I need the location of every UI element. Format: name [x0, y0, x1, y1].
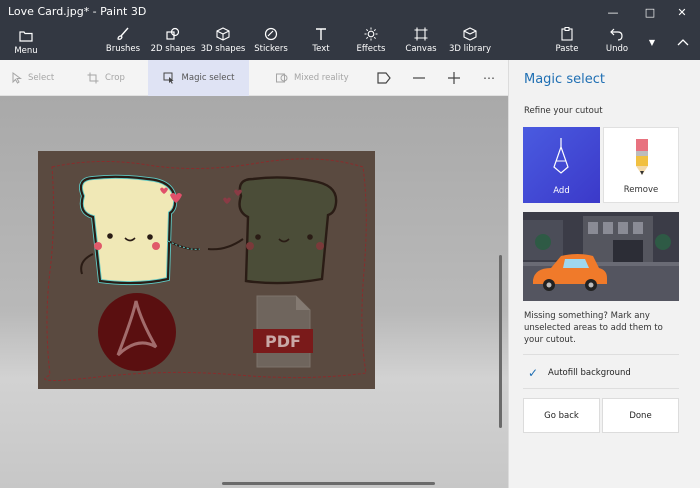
divider	[523, 354, 679, 355]
refine-heading: Refine your cutout	[524, 106, 603, 116]
tool-label: Canvas	[405, 44, 437, 54]
magic-select-icon	[163, 72, 176, 84]
folder-icon	[19, 28, 33, 44]
vertical-scrollbar[interactable]	[499, 255, 502, 428]
undo-label: Undo	[605, 44, 629, 54]
toast-character-left	[79, 174, 201, 286]
panel-title: Magic select	[524, 72, 605, 87]
menu-label: Menu	[14, 46, 38, 56]
remove-tool-tile[interactable]: Remove	[603, 127, 679, 203]
tool-2d-shapes[interactable]: 2D shapes	[150, 26, 196, 60]
mixed-reality-label: Mixed reality	[294, 73, 349, 83]
horizontal-scrollbar[interactable]	[222, 482, 435, 485]
minimize-button[interactable]: —	[595, 0, 631, 24]
brush-icon	[116, 26, 130, 42]
canvas-icon	[414, 26, 428, 42]
eraser-icon	[636, 139, 648, 175]
go-back-button[interactable]: Go back	[523, 398, 600, 433]
cursor-icon	[12, 72, 22, 84]
magic-select-label: Magic select	[181, 73, 235, 83]
done-button[interactable]: Done	[602, 398, 679, 433]
pdf-label: PDF	[265, 332, 301, 351]
tool-label: 2D shapes	[150, 44, 196, 54]
sticker-icon	[264, 26, 278, 42]
selection-toolbar	[0, 60, 508, 96]
close-button[interactable]: ✕	[664, 0, 700, 24]
maximize-button[interactable]: □	[632, 0, 668, 24]
paste-label: Paste	[555, 44, 579, 54]
tool-canvas[interactable]: Canvas	[403, 26, 439, 60]
tool-label: Text	[312, 44, 330, 54]
undo-icon	[610, 26, 624, 42]
flag-button[interactable]	[372, 60, 396, 96]
collapse-panel-button[interactable]	[672, 30, 694, 54]
toast-character-right	[207, 176, 338, 285]
remove-label: Remove	[623, 185, 659, 195]
crop-label: Crop	[105, 73, 125, 83]
menu-button[interactable]: Menu	[6, 28, 46, 62]
add-tool-tile[interactable]: Add	[523, 127, 600, 203]
cube-icon	[216, 26, 230, 42]
tool-label: 3D shapes	[200, 44, 246, 54]
paste-button[interactable]: Paste	[551, 26, 583, 60]
pen-add-icon	[553, 138, 569, 174]
zoom-in-button[interactable]	[442, 60, 466, 96]
minus-icon	[413, 77, 425, 79]
crop-button[interactable]: Crop	[87, 60, 125, 96]
close-icon: ✕	[677, 5, 687, 19]
chevron-down-icon: ▼	[648, 37, 656, 47]
sun-icon	[364, 26, 378, 42]
divider	[523, 388, 679, 389]
tutorial-preview-image	[523, 212, 679, 301]
mixed-reality-icon	[276, 72, 288, 84]
autofill-label: Autofill background	[548, 368, 631, 378]
plus-icon	[448, 72, 460, 84]
window-title: Love Card.jpg* - Paint 3D	[8, 5, 147, 18]
crop-icon	[87, 72, 99, 84]
tool-3d-shapes[interactable]: 3D shapes	[200, 26, 246, 60]
flag-icon	[377, 72, 391, 84]
tool-effects[interactable]: Effects	[352, 26, 390, 60]
undo-history-button[interactable]: ▼	[643, 30, 661, 54]
mixed-reality-button[interactable]: Mixed reality	[276, 60, 349, 96]
autofill-toggle[interactable]: ✓ Autofill background	[523, 362, 679, 384]
minimize-icon: —	[607, 5, 619, 19]
hint-text: Missing something? Mark any unselected a…	[524, 311, 663, 345]
add-label: Add	[553, 186, 570, 196]
library-3d-icon	[462, 26, 478, 42]
text-icon	[315, 26, 327, 42]
maximize-icon: □	[644, 5, 656, 19]
tool-text[interactable]: Text	[305, 26, 337, 60]
love-card-image[interactable]: PDF	[38, 151, 375, 389]
select-label: Select	[28, 73, 55, 83]
tool-label: Effects	[356, 44, 386, 54]
tool-label: Stickers	[254, 44, 288, 54]
undo-button[interactable]: Undo	[601, 26, 633, 60]
tool-label: Brushes	[105, 44, 141, 54]
ellipsis-icon: ⋯	[483, 71, 495, 85]
tool-label: 3D library	[448, 44, 491, 54]
more-options-button[interactable]: ⋯	[477, 60, 501, 96]
tool-brushes[interactable]: Brushes	[104, 26, 142, 60]
magic-select-button[interactable]: Magic select	[148, 60, 249, 96]
shapes-2d-icon	[165, 26, 181, 42]
tool-stickers[interactable]: Stickers	[252, 26, 290, 60]
zoom-out-button[interactable]	[407, 60, 431, 96]
select-button[interactable]: Select	[12, 60, 54, 96]
paste-icon	[561, 26, 573, 42]
acrobat-logo	[98, 293, 176, 371]
chevron-up-icon	[677, 39, 689, 46]
tool-3d-library[interactable]: 3D library	[448, 26, 492, 60]
checkmark-icon[interactable]: ✓	[526, 366, 540, 380]
